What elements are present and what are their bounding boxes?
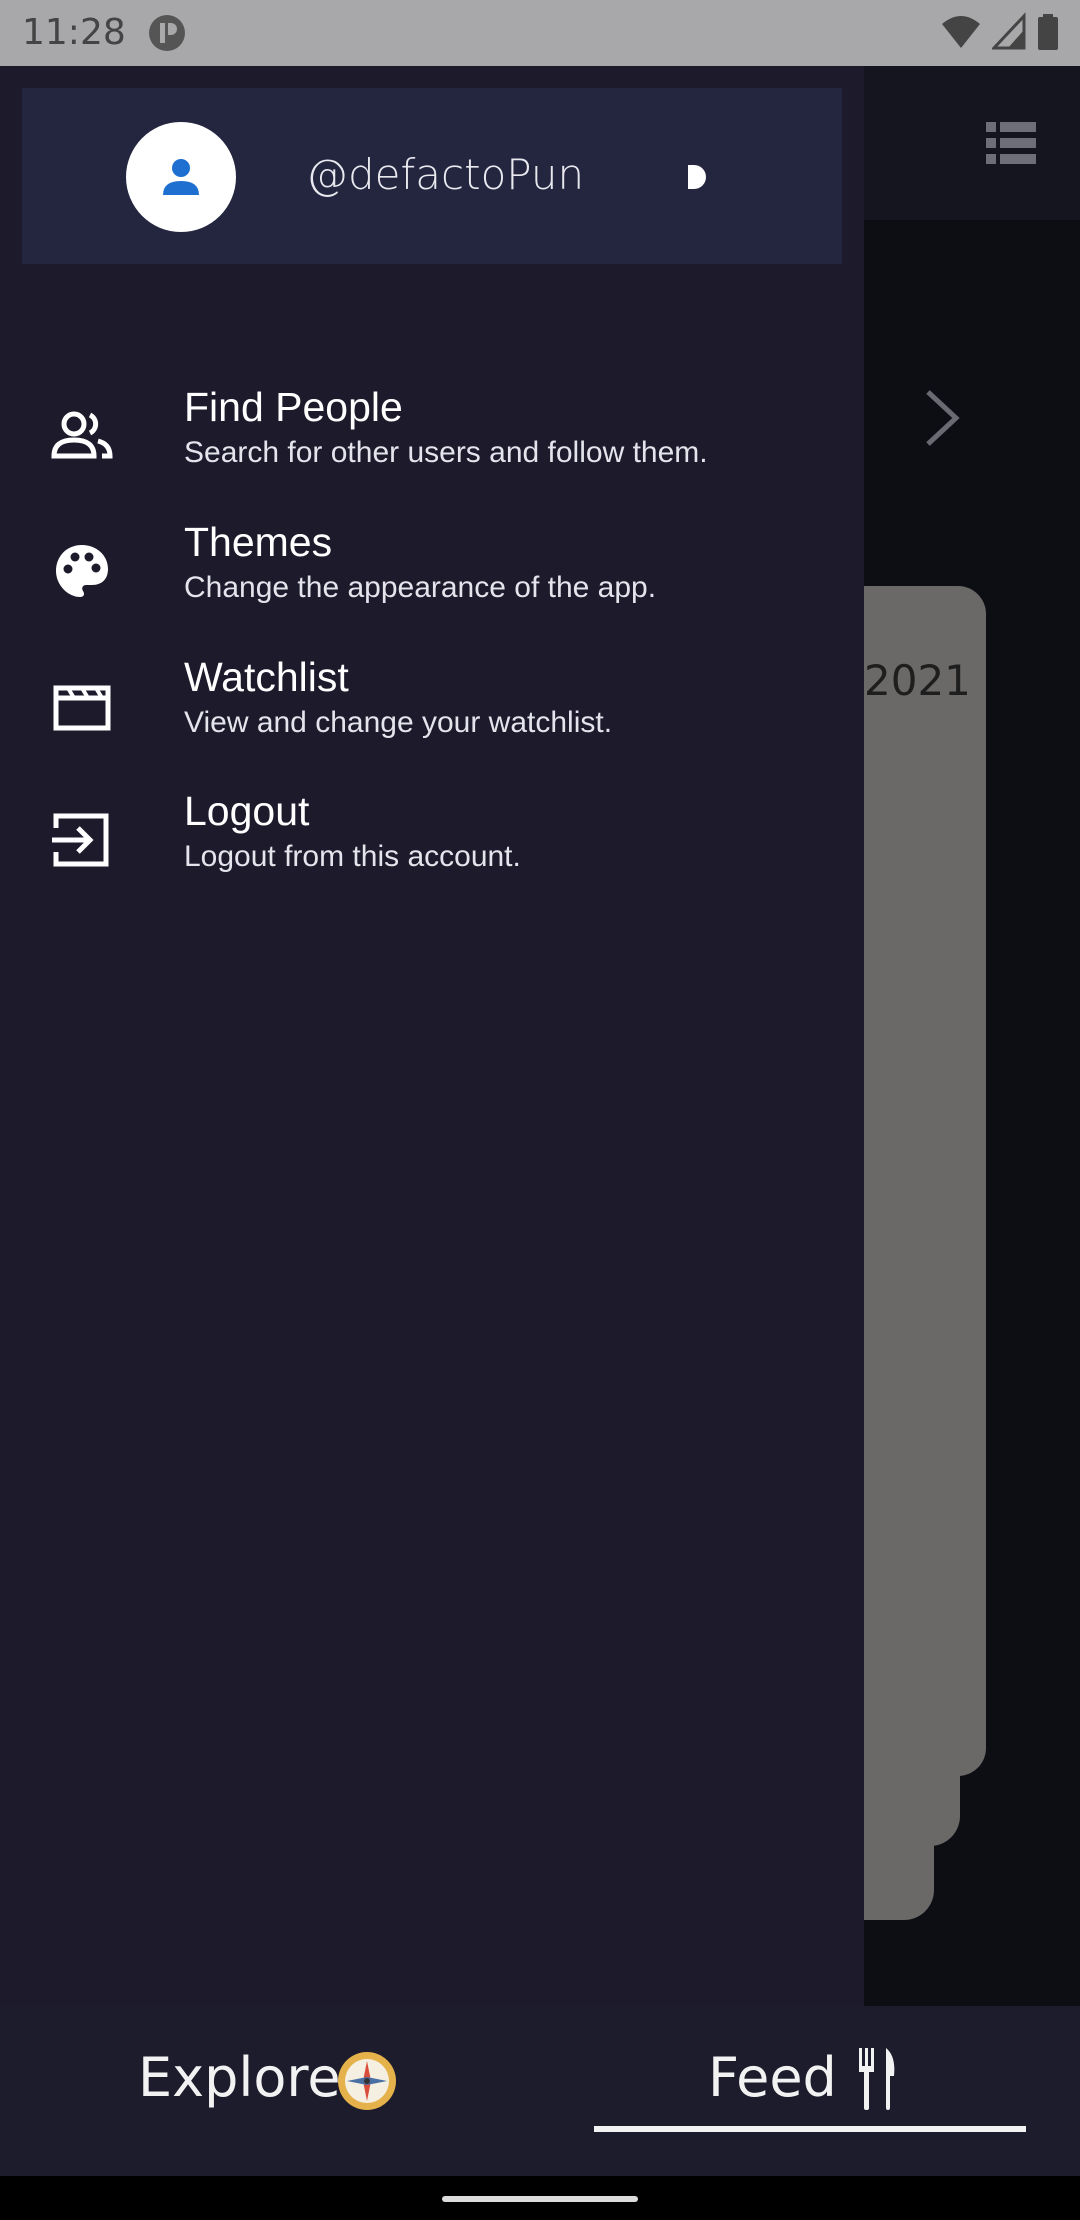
menu-subtitle: View and change your watchlist.	[184, 706, 613, 739]
menu-title: Find People	[184, 384, 403, 430]
menu-item-logout[interactable]: Logout Logout from this account.	[0, 784, 864, 904]
menu-subtitle: Search for other users and follow them.	[184, 436, 708, 469]
compass-icon	[338, 2052, 396, 2110]
logout-icon	[52, 813, 109, 867]
avatar[interactable]	[126, 122, 236, 232]
menu-title: Logout	[184, 788, 310, 834]
status-time: 11:28	[22, 12, 126, 53]
person-icon	[163, 159, 199, 195]
cutlery-icon	[859, 2048, 895, 2110]
bottom-navigation: Explore Feed	[0, 2006, 1080, 2176]
tab-explore-label: Explore	[138, 2046, 341, 2109]
signal-icon	[992, 12, 1026, 50]
clapperboard-icon	[53, 685, 111, 731]
menu-title: Watchlist	[184, 654, 349, 700]
wifi-icon	[942, 16, 980, 48]
home-gesture-handle[interactable]	[442, 2196, 638, 2202]
background-card-year: 2021	[864, 656, 971, 705]
tab-explore[interactable]: Explore	[0, 2006, 540, 2176]
tab-feed[interactable]: Feed	[540, 2006, 1080, 2176]
play-arrow-icon[interactable]	[682, 162, 712, 192]
profile-header[interactable]: @defactoPun	[22, 88, 842, 264]
menu-title: Themes	[184, 519, 333, 565]
menu-item-find-people[interactable]: Find People Search for other users and f…	[0, 380, 864, 500]
gesture-navigation-bar	[0, 2176, 1080, 2220]
navigation-drawer: @defactoPun Find People Search for other…	[0, 66, 864, 2006]
people-icon	[51, 411, 113, 459]
status-icons	[940, 12, 1060, 52]
status-bar: 11:28	[0, 0, 1080, 66]
list-view-icon[interactable]	[986, 120, 1036, 166]
menu-item-themes[interactable]: Themes Change the appearance of the app.	[0, 515, 864, 635]
palette-icon	[56, 545, 108, 597]
notification-app-icon	[149, 15, 185, 51]
menu-subtitle: Logout from this account.	[184, 840, 521, 873]
menu-subtitle: Change the appearance of the app.	[184, 571, 657, 604]
active-tab-indicator	[594, 2126, 1026, 2132]
menu-item-watchlist[interactable]: Watchlist View and change your watchlist…	[0, 650, 864, 770]
profile-username: @defactoPun	[306, 150, 585, 199]
tab-feed-label: Feed	[708, 2046, 837, 2109]
battery-icon	[1038, 14, 1058, 50]
chevron-right-icon[interactable]	[922, 388, 962, 448]
